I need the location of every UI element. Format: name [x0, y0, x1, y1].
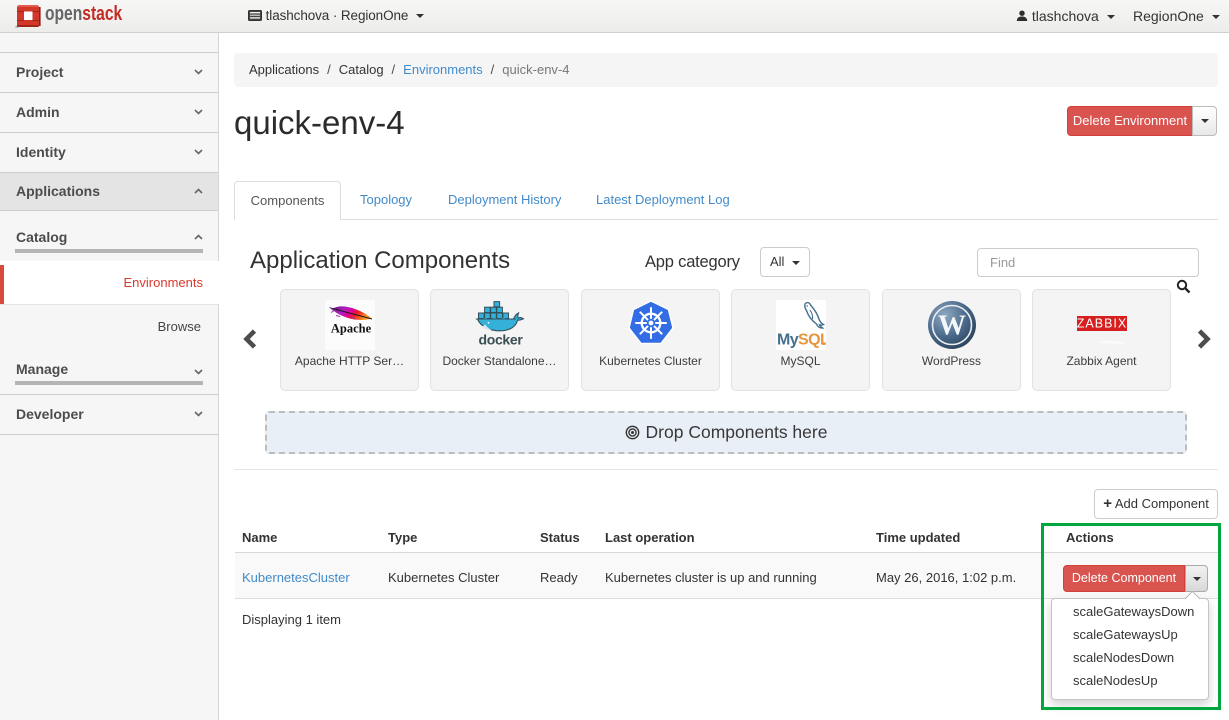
svg-text:MySQL: MySQL: [777, 332, 826, 349]
svg-text:docker: docker: [478, 332, 523, 348]
svg-text:W: W: [938, 311, 966, 342]
svg-text:Apache: Apache: [331, 322, 372, 336]
svg-text:ZABBIX: ZABBIX: [1077, 317, 1127, 331]
